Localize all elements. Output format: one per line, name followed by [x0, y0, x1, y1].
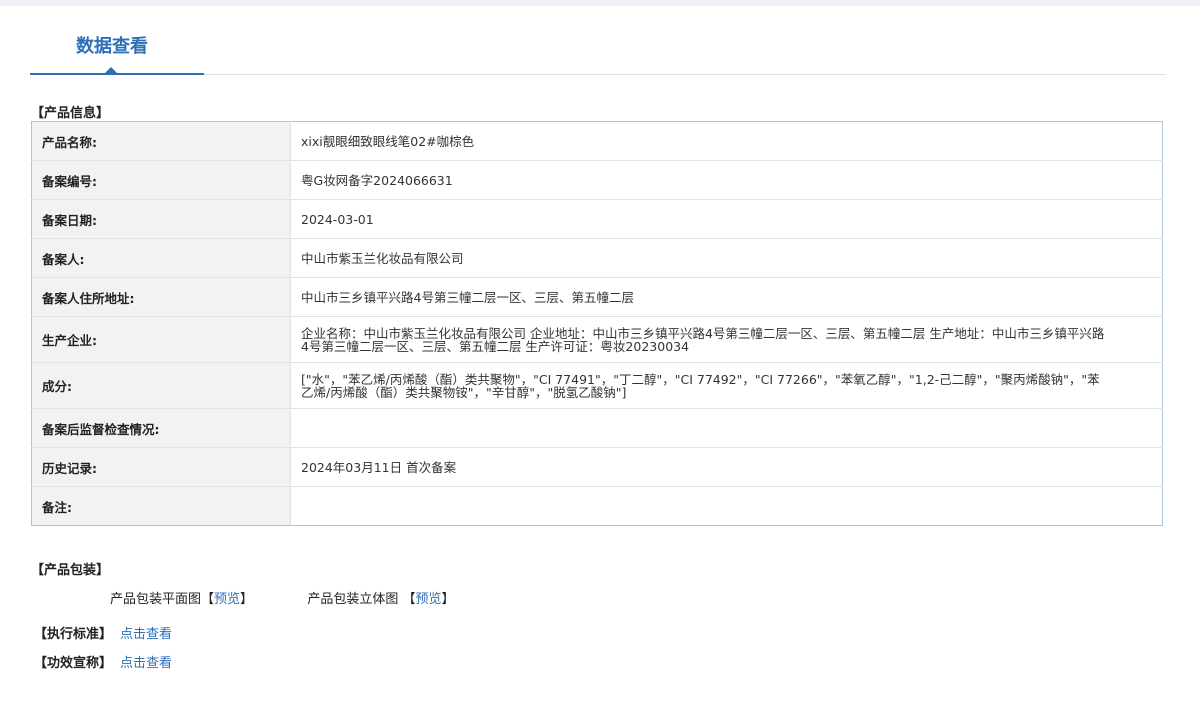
efficacy-row: 【功效宣称】 点击查看	[34, 652, 172, 671]
row-value: ["水"，"苯乙烯/丙烯酸（酯）类共聚物"，"CI 77491"，"丁二醇"，"…	[290, 362, 1163, 409]
row-label: 备注:	[31, 486, 291, 526]
row-label: 产品名称:	[31, 121, 291, 161]
table-row: 备注:	[31, 486, 1163, 526]
row-value: 2024年03月11日 首次备案	[290, 447, 1163, 487]
table-row: 历史记录: 2024年03月11日 首次备案	[31, 447, 1163, 487]
packaging-section-title: 【产品包装】	[31, 563, 110, 578]
table-row: 备案人住所地址: 中山市三乡镇平兴路4号第三幢二层一区、三层、第五幢二层	[31, 277, 1163, 317]
packaging-links: 产品包装平面图【预览】 产品包装立体图 【预览】	[110, 588, 455, 607]
row-label: 备案人住所地址:	[31, 277, 291, 317]
bracket-open: 【	[402, 592, 416, 607]
stereo-preview-link[interactable]: 预览	[416, 592, 442, 607]
bracket-close: 】	[441, 592, 455, 607]
standard-row: 【执行标准】 点击查看	[34, 623, 172, 642]
efficacy-label: 【功效宣称】	[34, 656, 113, 671]
row-label: 备案人:	[31, 238, 291, 278]
product-info-table: 产品名称: xixi靓眼细致眼线笔02#咖棕色 备案编号: 粤G妆网备字2024…	[31, 121, 1163, 526]
header-divider	[204, 74, 1166, 75]
table-row: 成分: ["水"，"苯乙烯/丙烯酸（酯）类共聚物"，"CI 77491"，"丁二…	[31, 362, 1163, 409]
flat-preview-link[interactable]: 预览	[214, 592, 240, 607]
packaging-flat-label: 产品包装平面图	[110, 592, 202, 607]
row-label: 备案日期:	[31, 199, 291, 239]
standard-label: 【执行标准】	[34, 627, 113, 642]
table-row: 产品名称: xixi靓眼细致眼线笔02#咖棕色	[31, 121, 1163, 161]
page-header: 数据查看	[30, 6, 1166, 76]
row-value	[290, 408, 1163, 448]
active-tab-underline	[30, 73, 204, 75]
row-value: 中山市三乡镇平兴路4号第三幢二层一区、三层、第五幢二层	[290, 277, 1163, 317]
row-value: 粤G妆网备字2024066631	[290, 160, 1163, 200]
row-label: 生产企业:	[31, 316, 291, 363]
standard-view-link[interactable]: 点击查看	[120, 627, 172, 642]
row-label: 历史记录:	[31, 447, 291, 487]
product-info-section-title: 【产品信息】	[31, 106, 110, 121]
efficacy-view-link[interactable]: 点击查看	[120, 656, 172, 671]
row-value: 中山市紫玉兰化妆品有限公司	[290, 238, 1163, 278]
page-title: 数据查看	[76, 36, 148, 57]
row-value: 2024-03-01	[290, 199, 1163, 239]
row-value: 企业名称：中山市紫玉兰化妆品有限公司 企业地址：中山市三乡镇平兴路4号第三幢二层…	[290, 316, 1163, 363]
table-row: 备案编号: 粤G妆网备字2024066631	[31, 160, 1163, 200]
row-value: xixi靓眼细致眼线笔02#咖棕色	[290, 121, 1163, 161]
row-label: 备案编号:	[31, 160, 291, 200]
table-row: 生产企业: 企业名称：中山市紫玉兰化妆品有限公司 企业地址：中山市三乡镇平兴路4…	[31, 316, 1163, 363]
table-row: 备案人: 中山市紫玉兰化妆品有限公司	[31, 238, 1163, 278]
bracket-close: 】	[240, 592, 254, 607]
table-row: 备案后监督检查情况:	[31, 408, 1163, 448]
packaging-stereo-label: 产品包装立体图	[307, 592, 399, 607]
table-row: 备案日期: 2024-03-01	[31, 199, 1163, 239]
row-label: 成分:	[31, 362, 291, 409]
bracket-open: 【	[201, 592, 215, 607]
tab-data-view[interactable]: 数据查看	[30, 6, 204, 75]
row-label: 备案后监督检查情况:	[31, 408, 291, 448]
active-tab-caret-icon	[105, 67, 117, 73]
row-value	[291, 487, 1163, 526]
